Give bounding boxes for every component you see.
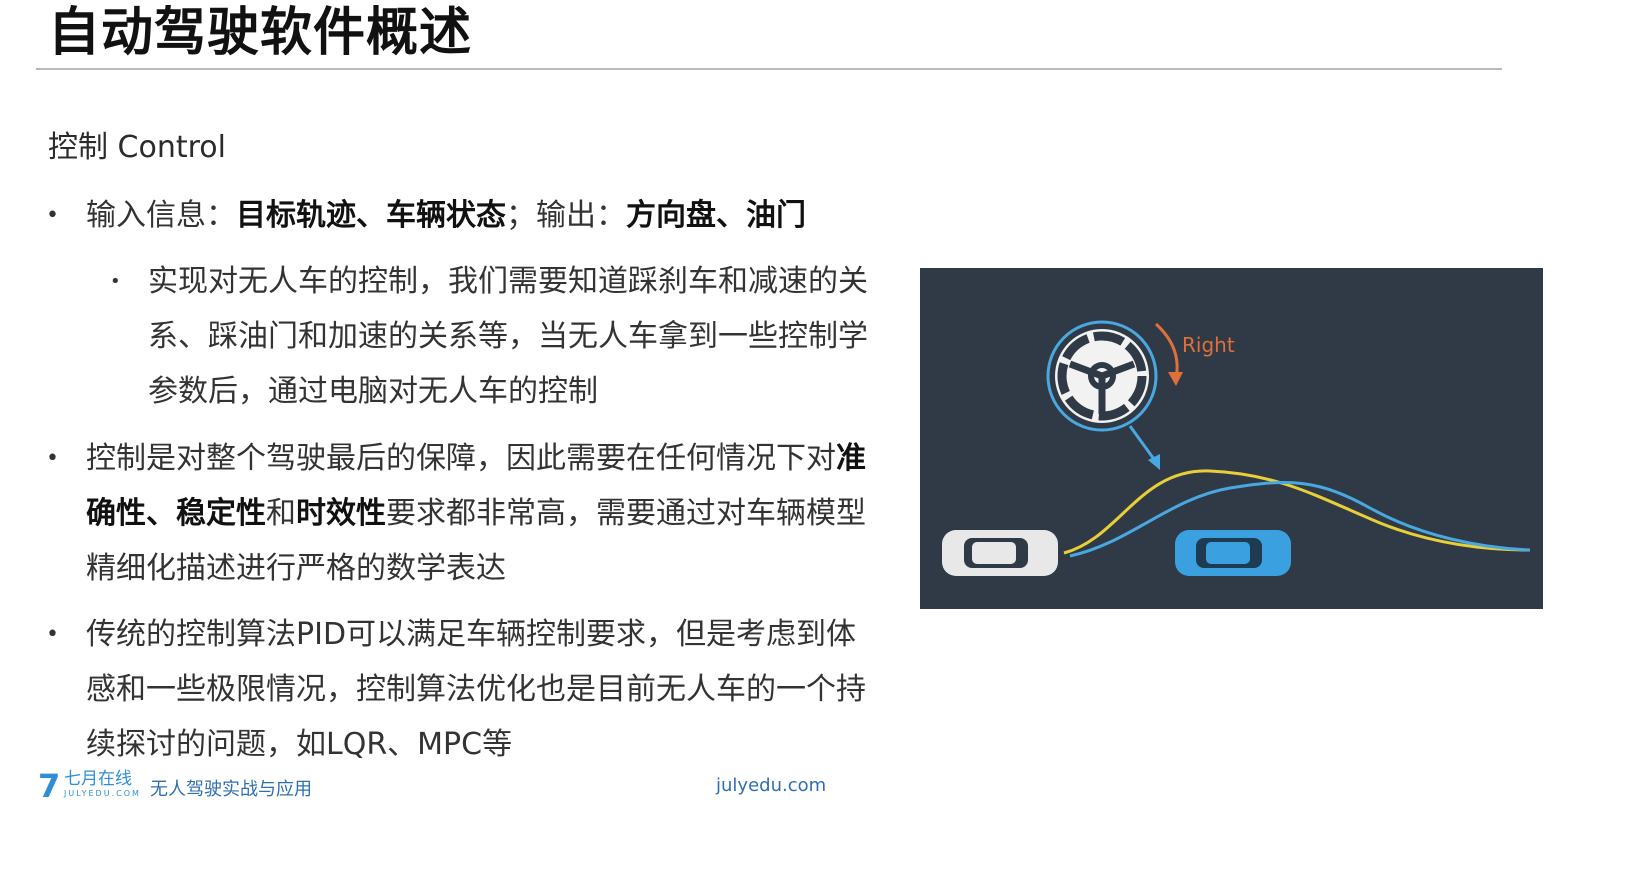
pid-line-1: 传统的控制算法PID可以满足车辆控制要求，但是考虑到体 <box>86 617 857 652</box>
section-heading: 控制 Control <box>48 130 226 165</box>
bullet-dot: • <box>110 271 121 292</box>
brand-logo-en: JULYEDU.COM <box>64 789 141 798</box>
bullet-dot: • <box>46 203 59 228</box>
ego-car-icon <box>942 530 1058 576</box>
sub-bullet-line-1: 实现对无人车的控制，我们需要知道踩刹车和减速的关 <box>148 264 868 299</box>
bullet-io-outputs: 方向盘、油门 <box>626 198 806 233</box>
direction-label: Right <box>1182 333 1235 357</box>
pid-line-3: 续探讨的问题，如LQR、MPC等 <box>86 727 513 762</box>
bullet-io-inputs: 目标轨迹、车辆状态 <box>236 198 506 233</box>
steering-wheel-icon <box>1046 320 1158 432</box>
site-url: julyedu.com <box>716 775 827 796</box>
bullet-pid: • 传统的控制算法PID可以满足车辆控制要求，但是考虑到体 感和一些极限情况，控… <box>46 607 906 772</box>
title-divider <box>36 68 1502 70</box>
sub-bullet-line-2: 系、踩油门和加速的关系等，当无人车拿到一些控制学 <box>148 319 868 354</box>
sub-bullet-line-3: 参数后，通过电脑对无人车的控制 <box>148 374 598 409</box>
guarantee-line-2: 确性、稳定性和时效性要求都非常高，需要通过对车辆模型 <box>86 486 906 541</box>
guarantee-text-c: 要求都非常高，需要通过对车辆模型 <box>386 496 866 531</box>
guarantee-bold-a: 准 <box>836 441 866 476</box>
guarantee-text-b: 和 <box>266 496 296 531</box>
brand-logo-mark: 7 <box>38 767 61 805</box>
bullet-dot: • <box>46 446 59 471</box>
target-car-icon <box>1175 530 1291 576</box>
bullet-io-text-2: ；输出： <box>506 198 626 233</box>
pid-line-2: 感和一些极限情况，控制算法优化也是目前无人车的一个持 <box>86 672 866 707</box>
guarantee-line-3: 精细化描述进行严格的数学表达 <box>86 551 506 586</box>
control-illustration: Right <box>920 268 1543 609</box>
slide-title: 自动驾驶软件概述 <box>48 3 473 63</box>
guarantee-text-a: 控制是对整个驾驶最后的保障，因此需要在任何情况下对 <box>86 441 836 476</box>
bullet-dot: • <box>46 622 59 647</box>
guarantee-bold-c: 时效性 <box>296 496 386 531</box>
bullet-io: • 输入信息：目标轨迹、车辆状态；输出：方向盘、油门 <box>46 188 806 243</box>
guarantee-bold-b: 确性、稳定性 <box>86 496 266 531</box>
course-name: 无人驾驶实战与应用 <box>150 779 312 800</box>
brand-logo-cn: 七月在线 <box>64 769 132 789</box>
guarantee-line-1: 控制是对整个驾驶最后的保障，因此需要在任何情况下对准 <box>86 431 906 486</box>
control-illustration-svg: Right <box>920 268 1543 609</box>
bullet-guarantee: • 控制是对整个驾驶最后的保障，因此需要在任何情况下对准 确性、稳定性和时效性要… <box>46 431 906 596</box>
bullet-io-text-1: 输入信息： <box>86 198 236 233</box>
sub-bullet-control: • 实现对无人车的控制，我们需要知道踩刹车和减速的关 系、踩油门和加速的关系等，… <box>110 254 908 419</box>
